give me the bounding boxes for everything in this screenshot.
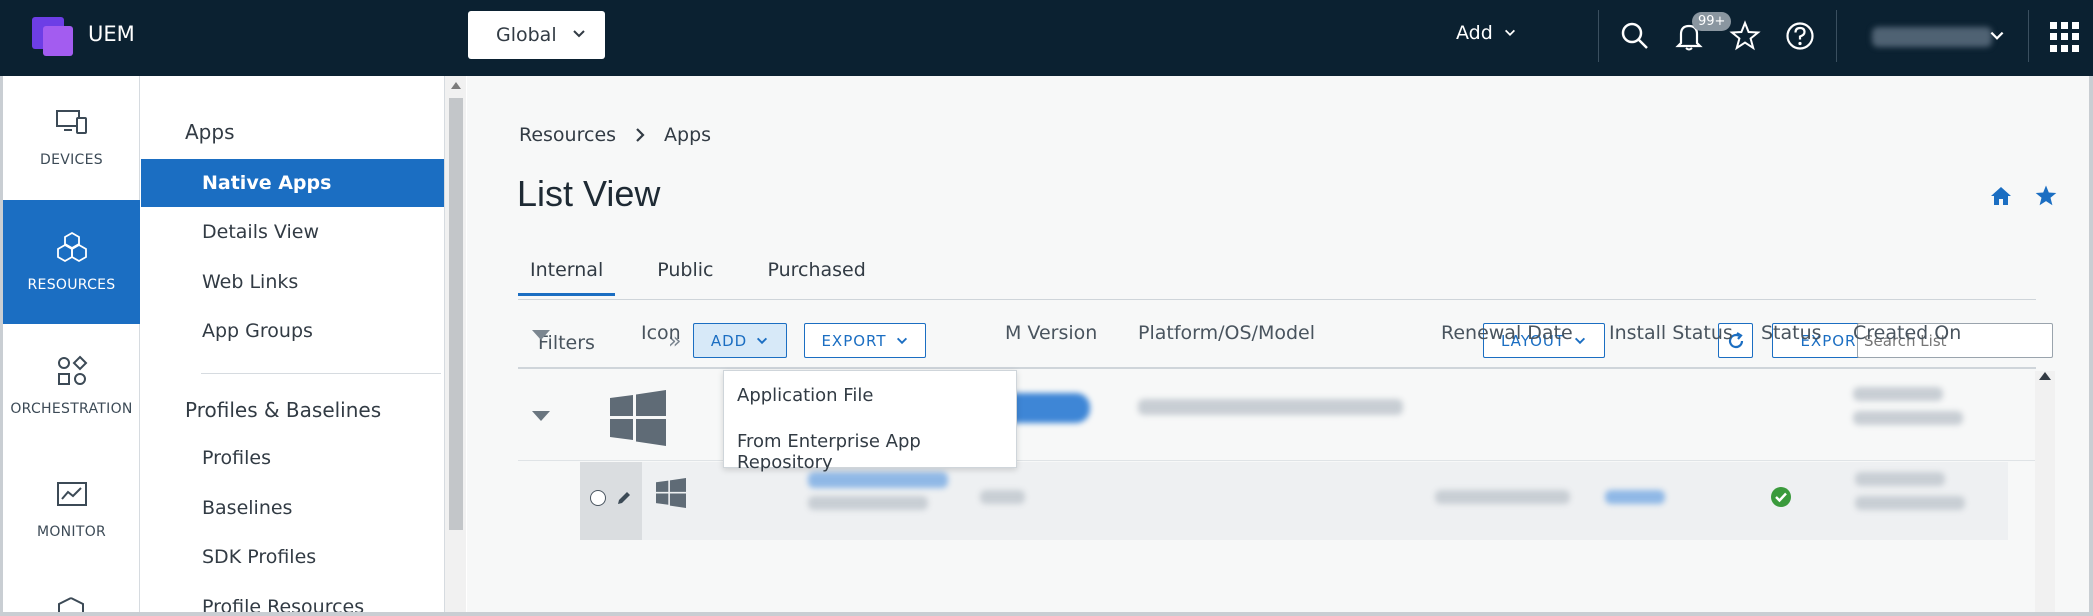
column-header-platform[interactable]: Platform/OS/Model xyxy=(1138,322,1315,344)
help-icon[interactable] xyxy=(1783,19,1817,53)
created-date-text xyxy=(1855,472,1945,486)
breadcrumb: Resources Apps xyxy=(519,124,711,146)
divider xyxy=(2028,10,2029,62)
table-row[interactable] xyxy=(580,462,2008,540)
column-header-created-on[interactable]: Created On xyxy=(1853,322,1961,344)
rail-item-label: ORCHESTRATION xyxy=(10,401,133,417)
scroll-up-icon[interactable] xyxy=(2039,372,2051,380)
rail-item-monitor[interactable]: MONITOR xyxy=(3,448,140,572)
nav-scrollbar[interactable] xyxy=(444,76,466,616)
success-check-icon xyxy=(1771,487,1791,507)
chevron-down-icon xyxy=(573,30,585,38)
rail-item-devices[interactable]: DEVICES xyxy=(3,76,140,200)
tab-purchased[interactable]: Purchased xyxy=(755,246,877,296)
table-scrollbar[interactable] xyxy=(2035,371,2055,616)
chevron-down-icon xyxy=(1504,29,1515,36)
scroll-up-icon[interactable] xyxy=(451,82,461,89)
expand-row-icon[interactable] xyxy=(532,411,550,421)
notification-badge: 99+ xyxy=(1692,12,1732,31)
add-menu-button[interactable]: Add xyxy=(1456,22,1517,44)
menu-item-application-file[interactable]: Application File xyxy=(737,385,873,406)
platform-text xyxy=(1138,399,1403,415)
app-switcher-icon[interactable] xyxy=(2050,22,2080,52)
nav-item-app-groups[interactable]: App Groups xyxy=(141,307,444,355)
rail-item-label: RESOURCES xyxy=(27,277,116,293)
collapse-all-icon[interactable] xyxy=(532,330,550,340)
nav-item-details-view[interactable]: Details View xyxy=(141,208,444,256)
star-icon[interactable] xyxy=(1728,19,1762,53)
add-menu-label: Add xyxy=(1456,22,1493,44)
breadcrumb-resources[interactable]: Resources xyxy=(519,124,616,146)
column-header-install-status[interactable]: Install Status xyxy=(1609,322,1733,344)
menu-item-enterprise-app-repository[interactable]: From Enterprise App Repository xyxy=(737,431,1016,473)
rail-item-resources[interactable]: RESOURCES xyxy=(3,200,140,324)
home-icon[interactable] xyxy=(1990,185,2012,207)
created-time-text xyxy=(1853,411,1963,425)
tab-public[interactable]: Public xyxy=(645,246,725,296)
orchestration-icon xyxy=(57,355,87,385)
nav-heading-apps: Apps xyxy=(185,120,235,144)
nav-separator xyxy=(201,373,441,374)
nav-item-baselines[interactable]: Baselines xyxy=(141,484,444,532)
org-group-select[interactable]: Global xyxy=(468,11,605,59)
primary-nav-rail: DEVICES RESOURCES ORCHESTRATION MONITOR xyxy=(0,76,140,616)
app-name-link[interactable] xyxy=(808,472,948,488)
devices-icon xyxy=(55,110,87,134)
table-header: Icon M Version Platform/OS/Model Renewal… xyxy=(518,299,2036,369)
nav-item-sdk-profiles[interactable]: SDK Profiles xyxy=(141,533,444,581)
rail-item-label: DEVICES xyxy=(40,152,103,168)
rail-item-label: MONITOR xyxy=(36,524,107,540)
rail-item-orchestration[interactable]: ORCHESTRATION xyxy=(3,324,140,448)
favorite-star-icon[interactable] xyxy=(2034,184,2058,208)
column-header-status[interactable]: Status xyxy=(1761,322,1822,344)
tab-bar: Internal Public Purchased xyxy=(518,246,908,296)
column-header-icon[interactable]: Icon xyxy=(641,322,681,344)
row-select-radio[interactable] xyxy=(590,490,606,506)
version-text xyxy=(980,490,1025,504)
add-dropdown-menu: Application File From Enterprise App Rep… xyxy=(723,370,1017,473)
column-header-renewal-date[interactable]: Renewal Date xyxy=(1441,322,1573,344)
chevron-down-icon[interactable] xyxy=(1988,27,2006,45)
windows-logo-icon xyxy=(610,390,666,446)
resources-icon xyxy=(56,231,87,263)
windows-logo-icon xyxy=(656,478,686,508)
edit-pencil-icon[interactable] xyxy=(616,490,632,506)
user-menu[interactable] xyxy=(1872,27,1992,47)
secondary-nav: Apps Native Apps Details View Web Links … xyxy=(141,76,444,616)
scroll-thumb[interactable] xyxy=(449,98,463,530)
uem-logo-icon xyxy=(32,17,76,56)
window-frame xyxy=(0,612,2093,616)
created-date-text xyxy=(1853,387,1943,401)
divider xyxy=(1836,10,1837,62)
org-group-label: Global xyxy=(496,24,557,46)
search-icon[interactable] xyxy=(1618,19,1652,53)
nav-heading-profiles-baselines: Profiles & Baselines xyxy=(185,398,382,422)
monitor-icon xyxy=(56,482,87,506)
bundle-id-text xyxy=(808,496,928,510)
chevron-right-icon xyxy=(636,128,645,142)
tab-internal[interactable]: Internal xyxy=(518,246,616,296)
row-select-strip xyxy=(580,462,642,540)
page-title: List View xyxy=(517,173,661,214)
nav-item-profiles[interactable]: Profiles xyxy=(141,434,444,482)
column-header-version[interactable]: M Version xyxy=(1005,322,1097,344)
top-bar: UEM Global Add 99+ xyxy=(0,0,2093,76)
nav-item-native-apps[interactable]: Native Apps xyxy=(141,159,444,207)
divider xyxy=(1598,10,1599,62)
app-name: UEM xyxy=(88,22,135,46)
renewal-date-text xyxy=(1435,490,1570,504)
window-frame xyxy=(2089,76,2093,616)
created-time-text xyxy=(1855,496,1965,510)
install-status-link[interactable] xyxy=(1605,490,1665,504)
nav-item-web-links[interactable]: Web Links xyxy=(141,258,444,306)
breadcrumb-apps[interactable]: Apps xyxy=(664,124,711,146)
